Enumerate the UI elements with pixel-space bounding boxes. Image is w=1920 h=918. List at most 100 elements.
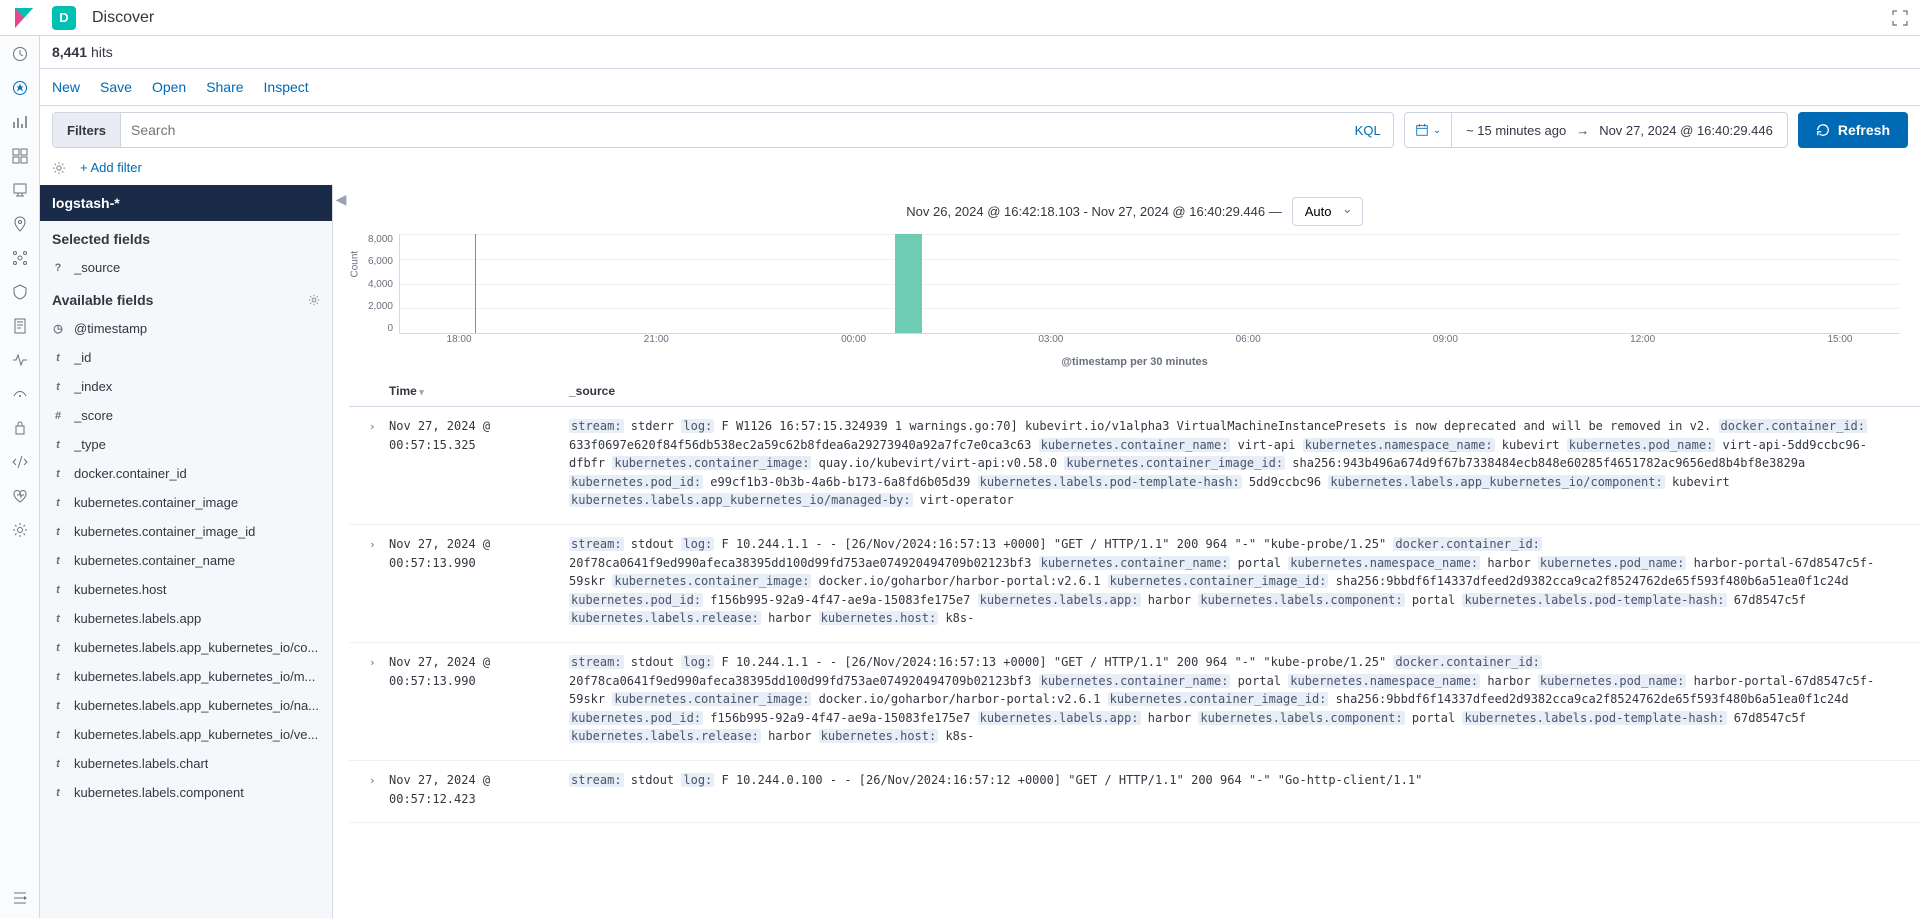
- column-source[interactable]: _source: [569, 384, 1900, 398]
- table-row: ›Nov 27, 2024 @ 00:57:13.990stream: stdo…: [349, 643, 1920, 761]
- kv-key: kubernetes.pod_id:: [569, 711, 703, 725]
- nav-apm-icon[interactable]: [12, 352, 28, 368]
- app-badge[interactable]: D: [52, 6, 76, 30]
- kv-key: kubernetes.container_image_id:: [1108, 574, 1329, 588]
- filter-settings-icon[interactable]: [52, 161, 66, 175]
- kv-key: kubernetes.namespace_name:: [1288, 674, 1480, 688]
- new-button[interactable]: New: [52, 79, 80, 95]
- inspect-button[interactable]: Inspect: [264, 79, 309, 95]
- open-button[interactable]: Open: [152, 79, 186, 95]
- nav-visualize-icon[interactable]: [12, 114, 28, 130]
- calendar-icon: [1415, 123, 1429, 137]
- field-settings-icon[interactable]: [308, 294, 320, 306]
- kv-key: kubernetes.pod_name:: [1538, 674, 1687, 688]
- field-item[interactable]: kubernetes.host: [40, 575, 332, 604]
- field-item[interactable]: kubernetes.container_image: [40, 488, 332, 517]
- share-button[interactable]: Share: [206, 79, 243, 95]
- y-tick: 8,000: [368, 234, 393, 245]
- kv-key: log:: [681, 655, 714, 669]
- kv-value: docker.io/goharbor/harbor-portal:v2.6.1: [811, 574, 1107, 588]
- nav-monitoring-icon[interactable]: [12, 488, 28, 504]
- field-item[interactable]: kubernetes.container_name: [40, 546, 332, 575]
- filters-label: Filters: [53, 113, 121, 147]
- field-name: kubernetes.labels.app: [74, 611, 201, 626]
- nav-infra-icon[interactable]: [12, 284, 28, 300]
- field-name: _source: [74, 260, 120, 275]
- field-item[interactable]: docker.container_id: [40, 459, 332, 488]
- field-item[interactable]: kubernetes.container_image_id: [40, 517, 332, 546]
- save-button[interactable]: Save: [100, 79, 132, 95]
- time-range[interactable]: ~ 15 minutes ago → Nov 27, 2024 @ 16:40:…: [1452, 123, 1787, 138]
- field-item[interactable]: _score: [40, 401, 332, 430]
- kv-value: k8s-: [938, 611, 974, 625]
- x-tick: 00:00: [841, 334, 866, 345]
- add-filter-button[interactable]: + Add filter: [80, 160, 142, 175]
- time-picker: ⌄ ~ 15 minutes ago → Nov 27, 2024 @ 16:4…: [1404, 112, 1788, 148]
- kv-key: kubernetes.container_image:: [612, 574, 811, 588]
- kv-key: kubernetes.labels.app:: [978, 711, 1141, 725]
- kv-value: 20f78ca0641f9ed990afeca38395dd100d99fd75…: [569, 556, 1039, 570]
- interval-select[interactable]: Auto: [1292, 197, 1363, 226]
- kv-key: kubernetes.labels.pod-template-hash:: [978, 475, 1242, 489]
- field-name: kubernetes.labels.component: [74, 785, 244, 800]
- nav-uptime-icon[interactable]: [12, 386, 28, 402]
- column-time[interactable]: Time: [389, 384, 569, 398]
- kv-value: 67d8547c5f: [1727, 711, 1806, 725]
- search-input[interactable]: [121, 114, 1343, 146]
- row-timestamp: Nov 27, 2024 @ 00:57:13.990: [389, 653, 569, 746]
- calendar-button[interactable]: ⌄: [1405, 113, 1452, 147]
- kv-value: virt-api: [1230, 438, 1302, 452]
- field-item[interactable]: kubernetes.labels.app_kubernetes_io/ve..…: [40, 720, 332, 749]
- field-name: kubernetes.container_name: [74, 553, 235, 568]
- refresh-button[interactable]: Refresh: [1798, 112, 1908, 148]
- index-pattern-selector[interactable]: logstash-*: [40, 185, 332, 221]
- kv-value: docker.io/goharbor/harbor-portal:v2.6.1: [811, 692, 1107, 706]
- x-tick: 12:00: [1630, 334, 1655, 345]
- nav-dashboard-icon[interactable]: [12, 148, 28, 164]
- field-item[interactable]: @timestamp: [40, 314, 332, 343]
- field-type-icon: [52, 526, 64, 538]
- kv-key: log:: [681, 537, 714, 551]
- nav-siem-icon[interactable]: [12, 420, 28, 436]
- histogram-range: Nov 26, 2024 @ 16:42:18.103 - Nov 27, 20…: [906, 204, 1281, 219]
- kibana-logo[interactable]: [12, 6, 36, 30]
- fullscreen-icon[interactable]: [1892, 10, 1908, 26]
- nav-management-icon[interactable]: [12, 522, 28, 538]
- histogram-bar[interactable]: [895, 234, 922, 333]
- nav-maps-icon[interactable]: [12, 216, 28, 232]
- field-item[interactable]: kubernetes.labels.app: [40, 604, 332, 633]
- histogram-chart[interactable]: Count 8,0006,0004,0002,0000: [349, 230, 1920, 334]
- kql-toggle[interactable]: KQL: [1343, 123, 1393, 138]
- field-item[interactable]: _index: [40, 372, 332, 401]
- field-item[interactable]: _source: [40, 253, 332, 282]
- field-item[interactable]: kubernetes.labels.chart: [40, 749, 332, 778]
- nav-logs-icon[interactable]: [12, 318, 28, 334]
- field-item[interactable]: _id: [40, 343, 332, 372]
- field-item[interactable]: kubernetes.labels.app_kubernetes_io/m...: [40, 662, 332, 691]
- field-item[interactable]: kubernetes.labels.component: [40, 778, 332, 807]
- nav-ml-icon[interactable]: [12, 250, 28, 266]
- sidebar-collapse-button[interactable]: ◀: [333, 185, 349, 918]
- field-item[interactable]: _type: [40, 430, 332, 459]
- add-filter-row: + Add filter: [40, 154, 1920, 185]
- y-tick: 2,000: [368, 301, 393, 312]
- kv-value: F 10.244.1.1 - - [26/Nov/2024:16:57:13 +…: [714, 655, 1393, 669]
- expand-row-button[interactable]: ›: [369, 535, 389, 628]
- expand-row-button[interactable]: ›: [369, 417, 389, 510]
- field-item[interactable]: kubernetes.labels.app_kubernetes_io/na..…: [40, 691, 332, 720]
- nav-recent-icon[interactable]: [12, 46, 28, 62]
- field-item[interactable]: kubernetes.labels.app_kubernetes_io/co..…: [40, 633, 332, 662]
- nav-devtools-icon[interactable]: [12, 454, 28, 470]
- expand-row-button[interactable]: ›: [369, 771, 389, 808]
- expand-row-button[interactable]: ›: [369, 653, 389, 746]
- kv-value: harbor: [1480, 674, 1538, 688]
- nav-collapse-icon[interactable]: [12, 890, 28, 906]
- kv-key: log:: [681, 773, 714, 787]
- time-from: ~ 15 minutes ago: [1466, 123, 1566, 138]
- kv-key: stream:: [569, 655, 624, 669]
- y-tick: 4,000: [368, 279, 393, 290]
- nav-canvas-icon[interactable]: [12, 182, 28, 198]
- kv-value: stdout: [624, 773, 682, 787]
- kv-key: kubernetes.namespace_name:: [1288, 556, 1480, 570]
- nav-discover-icon[interactable]: [12, 80, 28, 96]
